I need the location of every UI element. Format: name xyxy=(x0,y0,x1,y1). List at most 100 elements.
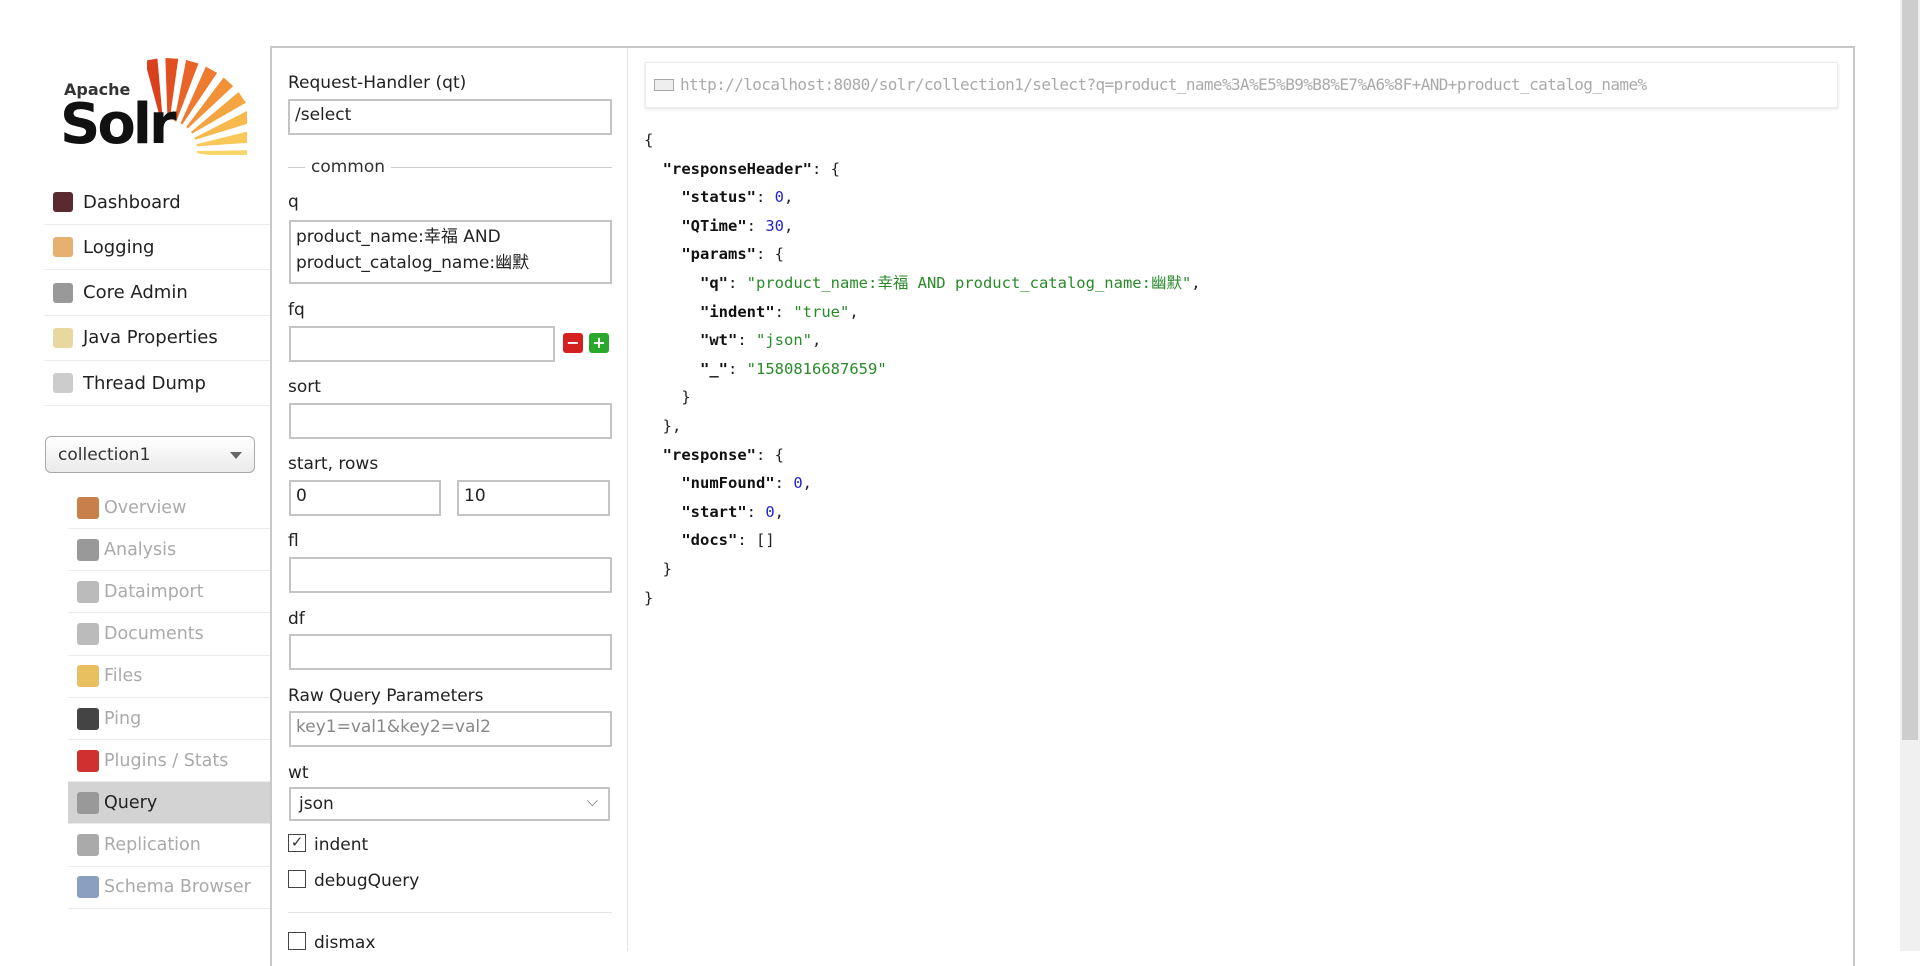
documents-icon xyxy=(77,623,99,646)
url-icon xyxy=(654,79,674,91)
json-line: } xyxy=(644,584,1201,613)
core-item-replication[interactable]: Replication xyxy=(68,825,270,867)
core-item-query[interactable]: Query xyxy=(68,782,270,825)
fq-label: fq xyxy=(288,300,305,320)
sort-input[interactable] xyxy=(289,403,612,439)
add-fq-button[interactable]: + xyxy=(589,333,609,353)
json-token: , xyxy=(802,474,813,493)
wt-select[interactable]: json ⌵ xyxy=(289,787,610,821)
logo-solr-text: Solr xyxy=(60,92,177,157)
json-line: } xyxy=(644,555,1201,584)
rows-input[interactable]: 10 xyxy=(457,480,610,516)
dismax-checkbox[interactable] xyxy=(288,932,306,950)
json-token: "params" xyxy=(681,245,756,264)
json-token: } xyxy=(644,588,654,607)
dismax-label: dismax xyxy=(314,933,376,953)
json-line: "QTime": 30, xyxy=(644,212,1201,241)
df-input[interactable] xyxy=(289,634,612,670)
json-token: "responseHeader" xyxy=(662,159,812,178)
core-item-documents[interactable]: Documents xyxy=(68,614,270,656)
json-token: : xyxy=(728,359,747,378)
core-item-analysis[interactable]: Analysis xyxy=(68,529,270,572)
ping-icon xyxy=(77,707,99,730)
qt-input[interactable]: /select xyxy=(288,99,612,135)
json-token: "_" xyxy=(700,359,728,378)
response-json: { "responseHeader": { "status": 0, "QTim… xyxy=(644,126,1201,612)
sidebar-item-dashboard[interactable]: Dashboard xyxy=(44,180,270,225)
page-scrollbar[interactable] xyxy=(1900,0,1920,951)
json-line: "start": 0, xyxy=(644,498,1201,527)
json-token: }, xyxy=(662,416,682,435)
json-token: : xyxy=(746,502,766,521)
core-selector[interactable]: collection1 xyxy=(45,436,255,473)
menu-item-label: Replication xyxy=(104,835,201,856)
form-separator xyxy=(288,912,612,913)
dataimport-icon xyxy=(77,580,99,603)
json-token: } xyxy=(681,388,691,407)
json-token: : xyxy=(755,188,775,207)
sidebar-item-java-properties[interactable]: Java Properties xyxy=(44,316,270,361)
core-item-schema-browser[interactable]: Schema Browser xyxy=(68,867,270,909)
fl-input[interactable] xyxy=(289,557,612,593)
core-item-ping[interactable]: Ping xyxy=(68,698,270,740)
scrollbar-thumb[interactable] xyxy=(1902,0,1918,740)
json-token: } xyxy=(662,559,673,578)
menu-item-label: Thread Dump xyxy=(83,372,206,394)
core-item-files[interactable]: Files xyxy=(68,656,270,698)
schema-browser-icon xyxy=(77,876,99,899)
sidebar-item-core-admin[interactable]: Core Admin xyxy=(44,271,270,316)
json-token: "start" xyxy=(681,502,747,521)
json-line: "docs": [] xyxy=(644,526,1201,555)
json-line: } xyxy=(644,383,1201,412)
json-token: , xyxy=(774,502,785,521)
core-item-overview[interactable]: Overview xyxy=(68,487,270,529)
json-token: "numFound" xyxy=(681,474,775,493)
thread-dump-icon xyxy=(53,373,73,394)
json-token: , xyxy=(784,216,794,235)
json-line: "indent": "true", xyxy=(644,298,1201,327)
logging-icon xyxy=(53,237,73,258)
json-token: : xyxy=(737,331,756,350)
json-line: "status": 0, xyxy=(644,183,1201,212)
core-admin-icon xyxy=(53,282,73,303)
json-token: "indent" xyxy=(700,302,775,321)
q-label: q xyxy=(288,192,299,212)
start-input[interactable]: 0 xyxy=(289,480,441,516)
core-item-dataimport[interactable]: Dataimport xyxy=(68,571,270,614)
java-properties-icon xyxy=(53,327,73,348)
debugquery-checkbox[interactable] xyxy=(288,870,306,888)
sidebar-item-thread-dump[interactable]: Thread Dump xyxy=(44,361,270,407)
json-token: : { xyxy=(755,245,784,264)
menu-item-label: Query xyxy=(104,792,158,813)
core-item-plugins-stats[interactable]: Plugins / Stats xyxy=(68,740,270,783)
fq-input[interactable] xyxy=(289,326,555,362)
indent-checkbox[interactable]: ✓ xyxy=(288,834,306,852)
json-line: "response": { xyxy=(644,441,1201,470)
json-token: , xyxy=(849,302,859,321)
chevron-down-icon: ⌵ xyxy=(586,792,598,810)
remove-fq-button[interactable]: − xyxy=(563,333,583,353)
magnifier-icon xyxy=(77,791,99,814)
json-token: 0 xyxy=(774,188,784,207)
sidebar-item-logging[interactable]: Logging xyxy=(44,225,270,271)
json-token: "json" xyxy=(756,331,812,350)
json-token: 0 xyxy=(793,474,803,493)
json-line: "_": "1580816687659" xyxy=(644,355,1201,384)
request-url-link[interactable]: http://localhost:8080/solr/collection1/s… xyxy=(645,62,1838,108)
replication-icon xyxy=(77,834,99,857)
raw-params-label: Raw Query Parameters xyxy=(288,686,484,706)
json-token: : xyxy=(746,216,766,235)
sun-ray xyxy=(196,131,247,147)
core-selector-value: collection1 xyxy=(58,445,151,465)
raw-params-input[interactable]: key1=val1&key2=val2 xyxy=(289,711,612,747)
json-token: , xyxy=(1191,273,1201,292)
json-token: "response" xyxy=(662,445,756,464)
menu-item-label: Java Properties xyxy=(83,327,218,349)
json-token: : { xyxy=(756,445,784,464)
json-token: : [] xyxy=(737,531,775,550)
folder-icon xyxy=(77,665,99,688)
q-textarea[interactable]: product_name:幸福 AND product_catalog_name… xyxy=(289,220,612,284)
json-line: }, xyxy=(644,412,1201,441)
json-token: "true" xyxy=(793,302,850,321)
indent-label: indent xyxy=(314,835,369,855)
